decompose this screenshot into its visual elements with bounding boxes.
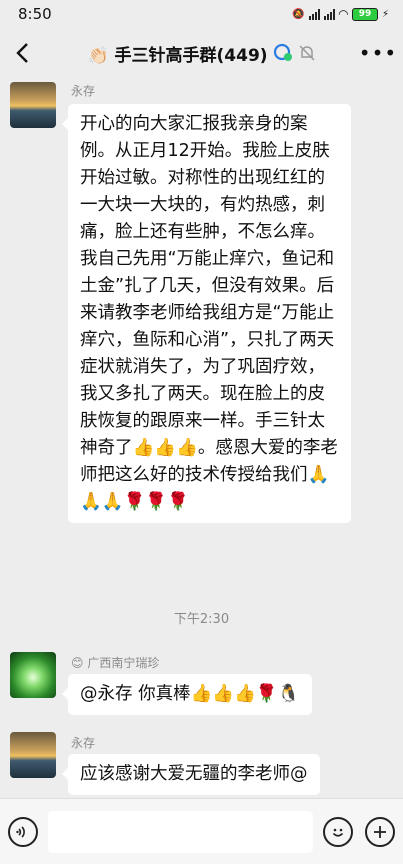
mute-icon: 🔕 (292, 8, 305, 20)
emoji-icon (332, 828, 344, 837)
chat-area[interactable]: 永存 开心的向大家汇报我亲身的案例。从正月12开始。我脸上皮肤开始过敏。对称性的… (0, 78, 403, 798)
charging-icon: ⚡ (381, 8, 389, 20)
battery-icon: 99 (351, 7, 378, 21)
chat-timestamp: 下午2:30 (173, 612, 230, 627)
emoji-button[interactable] (323, 816, 353, 847)
message-bubble[interactable]: 开心的向大家汇报我亲身的案例。从正月12开始。我脸上皮肤开始过敏。对称性的出现红… (62, 104, 351, 523)
avatar-lotus[interactable] (10, 652, 56, 698)
message-sender: 😊 广西南宁瑞珍 (71, 656, 160, 670)
voice-button[interactable] (8, 816, 38, 847)
avatar-sunset[interactable] (10, 82, 56, 128)
chevron-left-icon (16, 43, 28, 63)
more-button[interactable]: ••• (353, 31, 403, 75)
chat-title: 👏🏻 手三针高手群(449) (87, 45, 268, 66)
voice-icon (16, 825, 25, 838)
chat-header: 👏🏻 手三针高手群(449) ••• (0, 28, 403, 78)
chat-title-area[interactable]: 👏🏻 手三针高手群(449) (50, 41, 353, 66)
message-bubble[interactable]: 应该感谢大爱无疆的李老师@ (62, 754, 320, 795)
message-sender: 永存 (71, 84, 96, 98)
plus-icon (374, 825, 386, 838)
input-bar (0, 798, 403, 864)
status-bar: 8:50 🔕 ◠ 99 ⚡ (0, 0, 403, 28)
message-sender: 永存 (71, 736, 96, 750)
avatar-sunset[interactable] (10, 732, 56, 778)
signal-icon-2 (323, 8, 335, 20)
status-time: 8:50 (18, 5, 52, 23)
chat-bubble-icon (273, 43, 292, 61)
more-dots-icon: ••• (358, 41, 398, 65)
back-button[interactable] (0, 31, 44, 75)
message-input[interactable] (48, 810, 313, 853)
plus-button[interactable] (365, 816, 395, 847)
wifi-icon: ◠ (338, 7, 348, 21)
mute-bell-icon (299, 45, 315, 61)
status-icons: 🔕 ◠ 99 ⚡ (292, 7, 389, 21)
signal-icon (308, 8, 320, 20)
message-bubble[interactable]: @永存 你真棒👍👍👍🌹🐧 (62, 674, 312, 715)
